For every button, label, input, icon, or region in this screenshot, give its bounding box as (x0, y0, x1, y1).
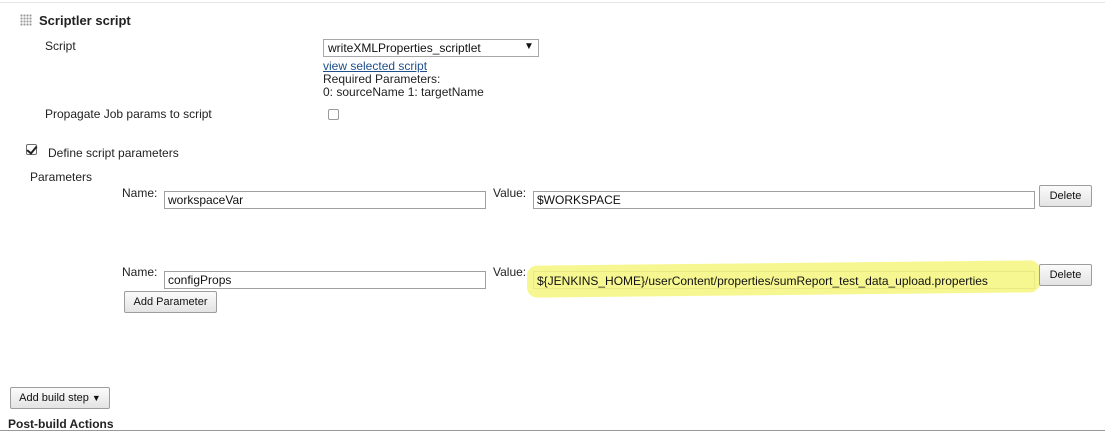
top-divider (0, 2, 1105, 3)
view-selected-script-link[interactable]: view selected script (323, 59, 427, 73)
add-build-step-button[interactable]: Add build step ▼ (10, 387, 110, 409)
script-select[interactable]: writeXMLProperties_scriptlet (323, 39, 539, 57)
post-build-divider (0, 430, 1105, 431)
param-name-input[interactable] (164, 271, 486, 289)
define-params-checkbox[interactable] (26, 144, 37, 155)
param-name-input[interactable] (164, 191, 486, 209)
param-name-label: Name: (122, 186, 158, 200)
param-value-input[interactable] (533, 191, 1035, 209)
drag-handle-icon[interactable] (20, 14, 32, 26)
value-highlight (526, 260, 1041, 298)
param-name-label: Name: (122, 265, 158, 279)
delete-param-button[interactable]: Delete (1039, 264, 1092, 286)
script-label: Script (45, 39, 76, 53)
section-title: Scriptler script (39, 13, 131, 28)
param-value-label: Value: (493, 265, 527, 279)
add-build-step-label: Add build step (19, 392, 89, 404)
param-value-label: Value: (493, 186, 527, 200)
delete-param-button[interactable]: Delete (1039, 185, 1092, 207)
define-params-label: Define script parameters (48, 146, 179, 160)
dropdown-arrow-icon: ▼ (91, 393, 101, 403)
required-parameters-list: 0: sourceName 1: targetName (323, 85, 484, 99)
add-parameter-button[interactable]: Add Parameter (124, 291, 217, 313)
propagate-checkbox[interactable] (328, 109, 339, 120)
post-build-title: Post-build Actions (8, 417, 114, 431)
required-parameters: Required Parameters: 0: sourceName 1: ta… (323, 73, 484, 99)
propagate-label: Propagate Job params to script (45, 107, 212, 121)
parameters-label: Parameters (30, 170, 93, 184)
